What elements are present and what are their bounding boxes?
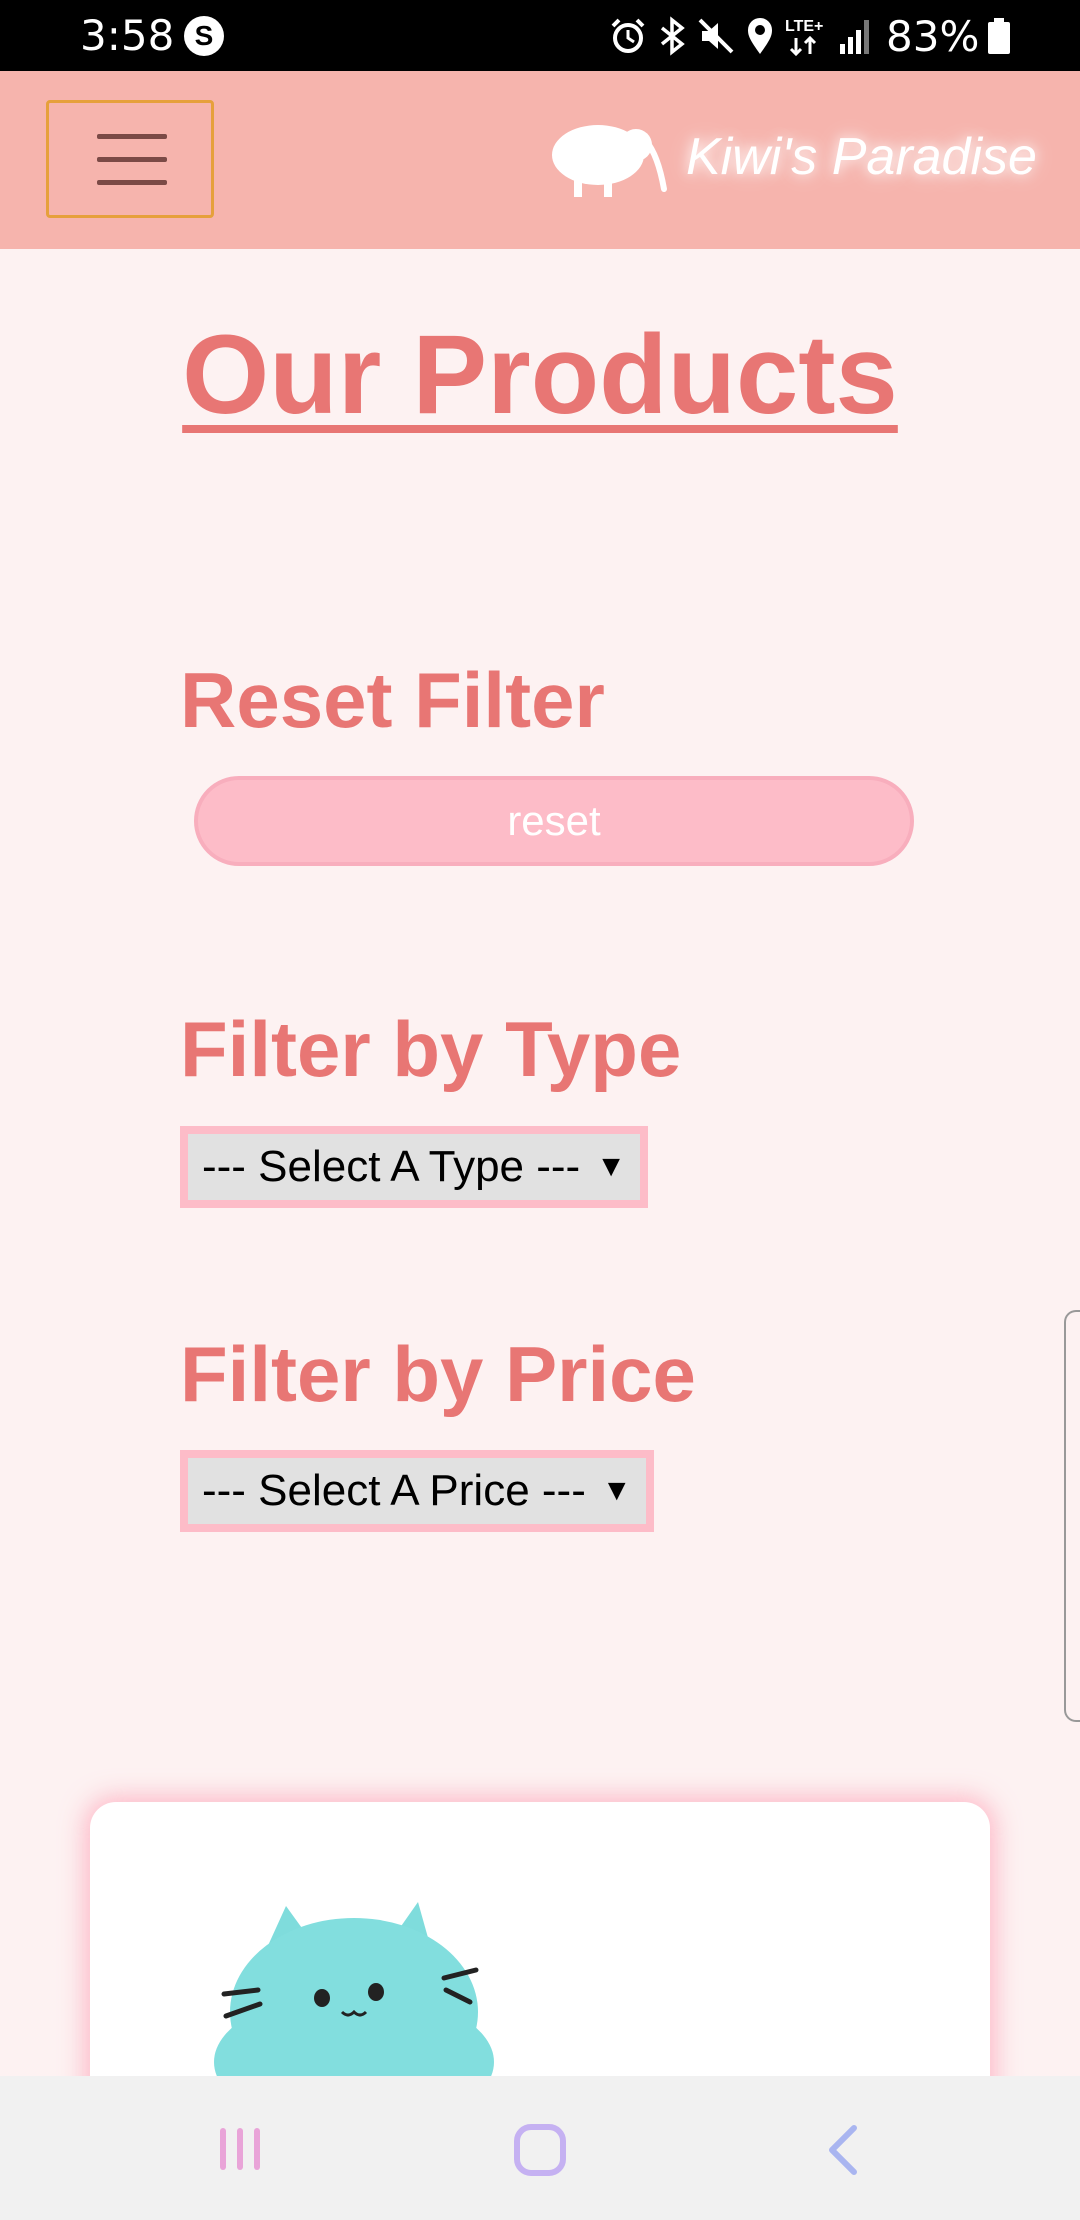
- dropdown-arrow-icon: ▼: [596, 1150, 626, 1183]
- kiwi-bird-logo-icon: [552, 125, 667, 197]
- alarm-icon: [611, 18, 645, 53]
- status-time: 3:58: [80, 11, 175, 60]
- page-title: Our Products: [182, 312, 898, 437]
- location-icon: [748, 18, 772, 54]
- menu-icon-bar: [97, 157, 167, 162]
- status-icons: LTE+ 83%: [608, 11, 1011, 61]
- price-select[interactable]: --- Select A Price --- ▼: [180, 1450, 654, 1532]
- menu-icon-bar: [97, 134, 167, 139]
- type-select-value: --- Select A Type ---: [202, 1142, 581, 1191]
- bluetooth-icon: [660, 16, 685, 56]
- recent-apps-icon[interactable]: [212, 2124, 268, 2174]
- system-nav-bar: [0, 2076, 1080, 2220]
- reset-filter-heading: Reset Filter: [180, 656, 605, 744]
- status-bar: 3:58 S LTE+ 83%: [0, 0, 1080, 71]
- hamburger-menu-button[interactable]: [46, 100, 214, 218]
- scroll-indicator[interactable]: [1064, 1310, 1080, 1722]
- battery-percent: 83%: [886, 11, 980, 61]
- menu-icon-bar: [97, 180, 167, 185]
- battery-icon: [988, 18, 1011, 54]
- type-select[interactable]: --- Select A Type --- ▼: [180, 1126, 648, 1208]
- back-icon[interactable]: [822, 2122, 866, 2178]
- brand-name: Kiwi's Paradise: [686, 128, 1037, 186]
- brand-link[interactable]: Kiwi's Paradise: [546, 112, 1037, 202]
- lte-icon: LTE+: [785, 18, 823, 57]
- price-filter-heading: Filter by Price: [180, 1330, 696, 1418]
- reset-filter-button[interactable]: reset: [194, 776, 914, 866]
- dropdown-arrow-icon: ▼: [601, 1474, 632, 1507]
- lte-label: LTE+: [785, 18, 823, 35]
- mute-icon: [698, 18, 734, 54]
- s-app-icon: S: [184, 16, 224, 56]
- home-icon[interactable]: [512, 2122, 568, 2178]
- price-select-value: --- Select A Price ---: [202, 1466, 586, 1515]
- type-filter-heading: Filter by Type: [180, 1005, 682, 1093]
- signal-icon: [840, 20, 869, 54]
